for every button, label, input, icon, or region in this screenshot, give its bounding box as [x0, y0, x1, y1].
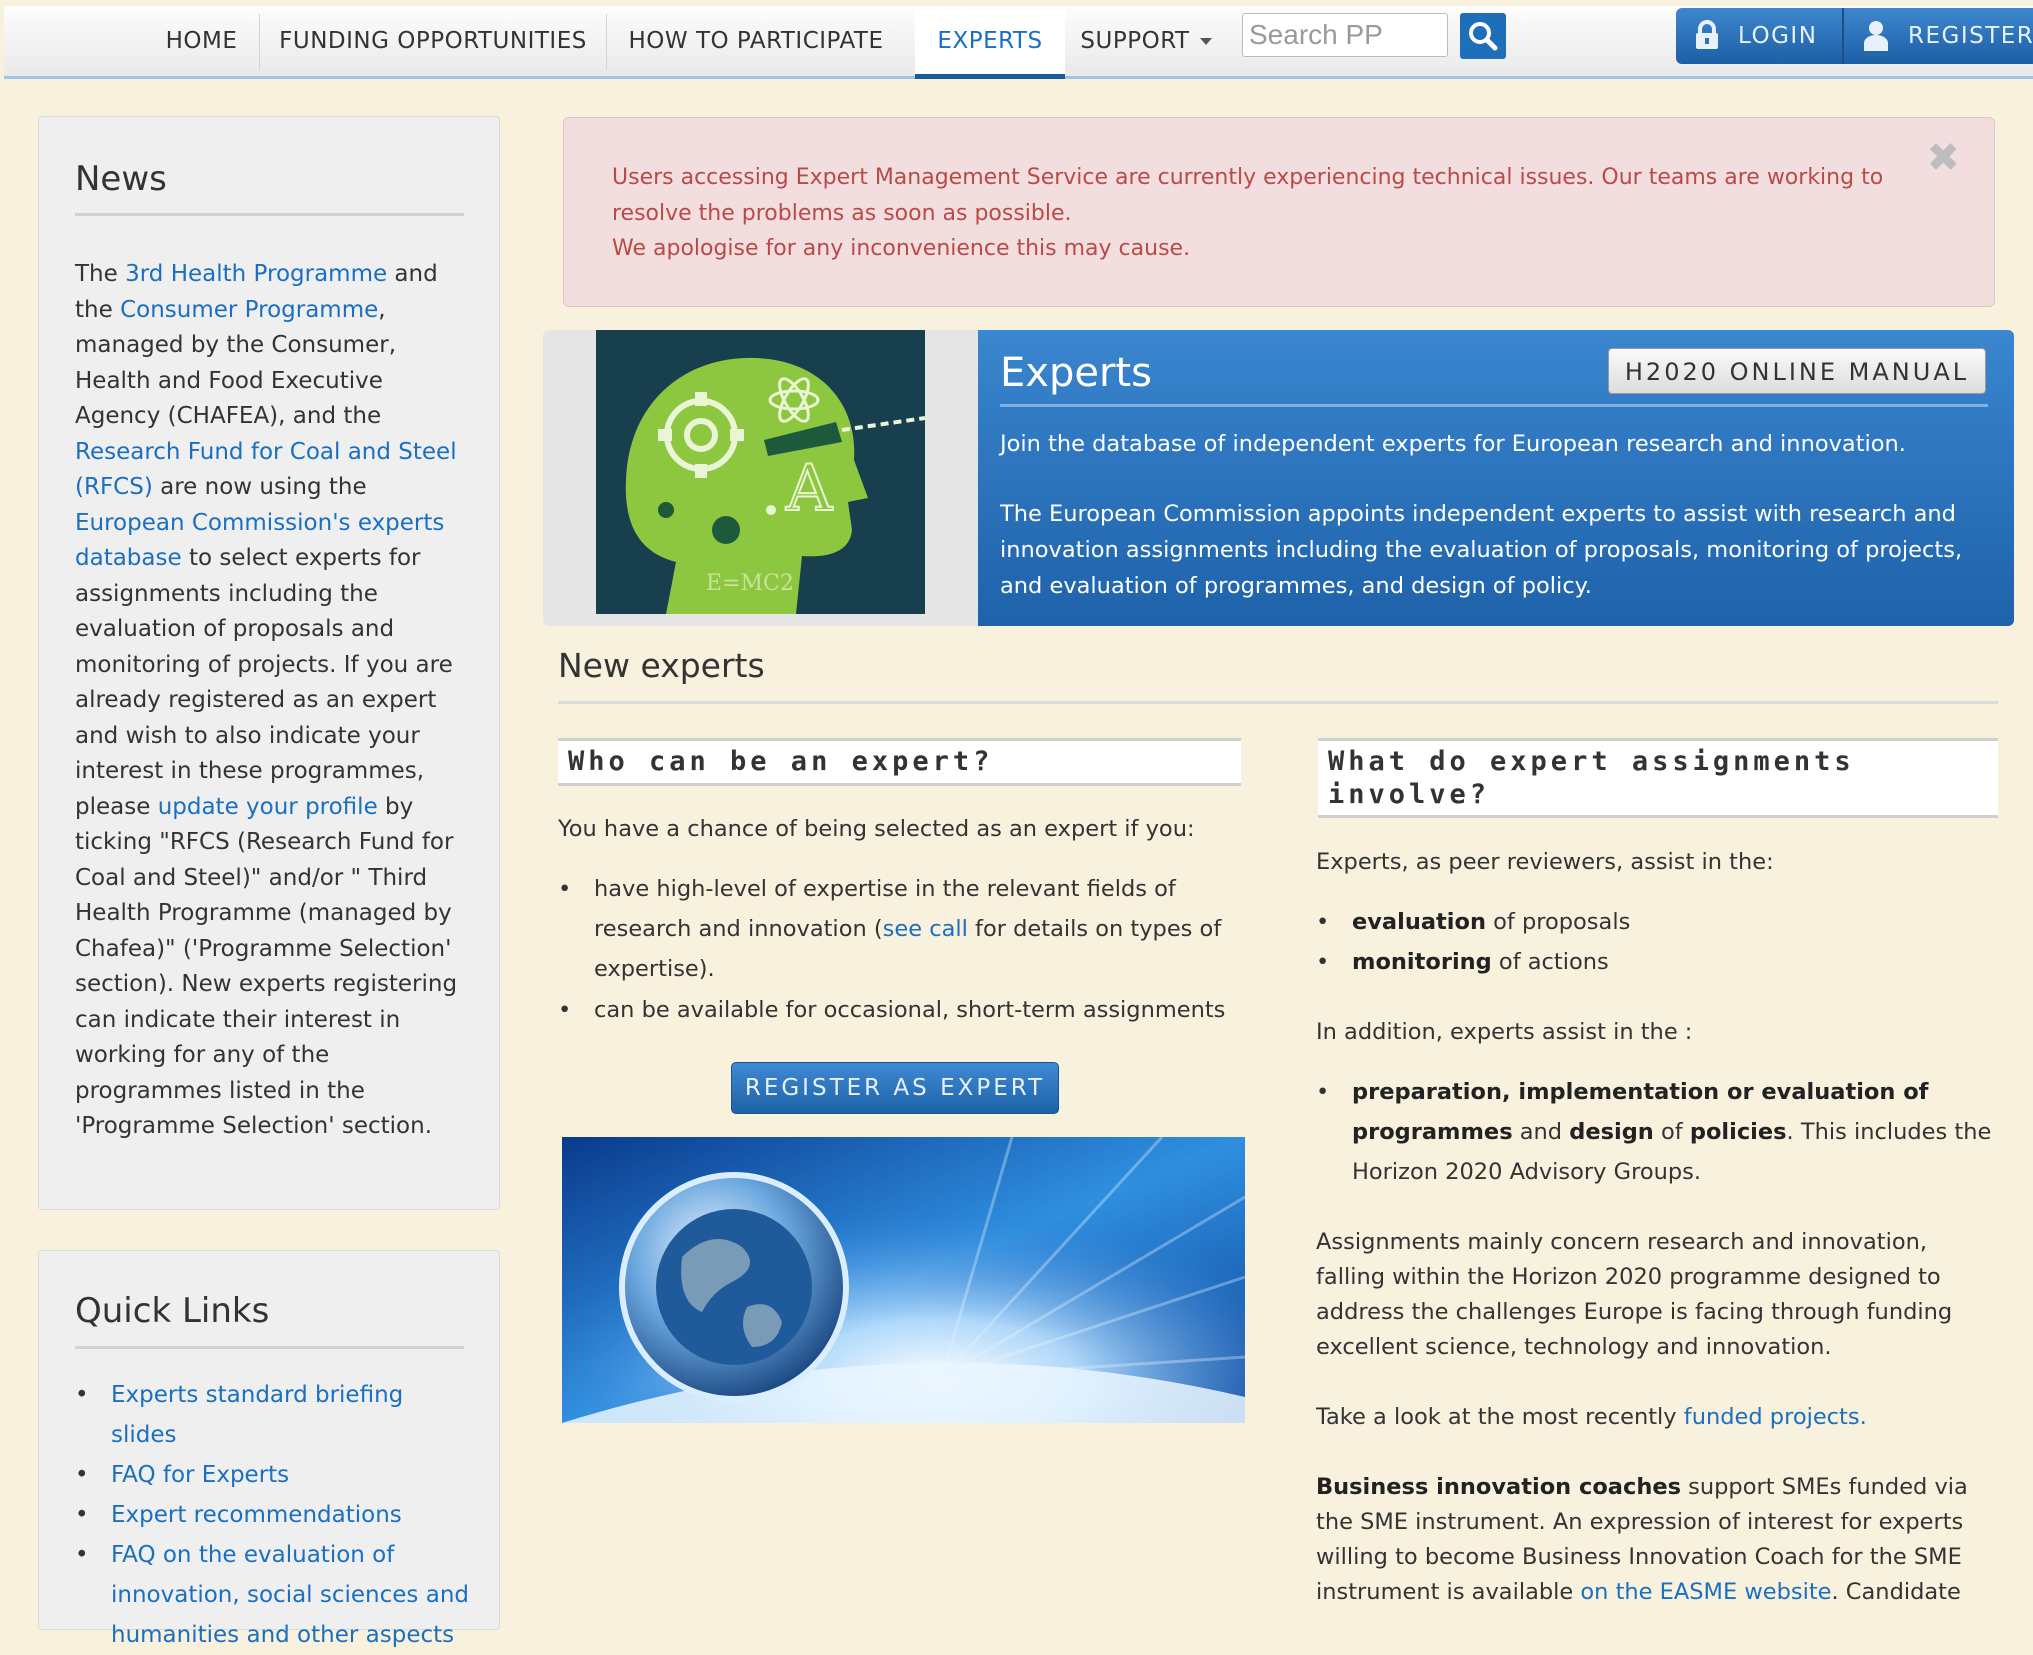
news-text: by ticking "RFCS (Research Fund for Coal… — [75, 793, 458, 1140]
bullet-text: of — [1653, 1119, 1690, 1145]
news-title: News — [75, 159, 167, 199]
news-link[interactable]: 3rd Health Programme — [125, 261, 387, 287]
quick-links-panel: Quick Links Experts standard briefing sl… — [38, 1250, 500, 1648]
list-item: monitoring of actions — [1316, 942, 1996, 982]
auth-bar: LOGIN REGISTER — [1676, 8, 2033, 64]
alert-banner: Users accessing Expert Management Servic… — [563, 117, 1995, 307]
who-intro: You have a chance of being selected as a… — [558, 816, 1195, 842]
business-coaches-paragraph: Business innovation coaches support SMEs… — [1316, 1470, 2006, 1610]
h2020-online-manual-button[interactable]: H2020 ONLINE MANUAL — [1608, 348, 1986, 394]
hero-title: Experts — [1000, 350, 1152, 396]
news-text: to select experts for assignments includ… — [75, 545, 453, 820]
alert-line: We apologise for any inconvenience this … — [612, 236, 1191, 261]
quick-links-list: Experts standard briefing slides FAQ for… — [75, 1375, 475, 1655]
bullet-bold: evaluation — [1352, 909, 1486, 935]
hero-image-letter: A — [785, 452, 833, 526]
easme-website-link[interactable]: on the EASME website — [1580, 1579, 1831, 1605]
who-can-be-expert-heading: Who can be an expert? — [558, 738, 1241, 786]
close-icon[interactable]: ✖ — [1926, 138, 1960, 178]
login-label: LOGIN — [1738, 23, 1818, 49]
paragraph-text: . Candidate — [1831, 1579, 1961, 1605]
news-text: The — [75, 261, 126, 287]
nav-support-label: SUPPORT — [1080, 28, 1190, 54]
chevron-down-icon — [1199, 38, 1212, 45]
nav-funding-opportunities[interactable]: FUNDING OPPORTUNITIES — [260, 6, 606, 76]
search-button[interactable] — [1460, 13, 1506, 59]
quick-links-title: Quick Links — [75, 1291, 270, 1331]
quick-link[interactable]: FAQ on the evaluation of innovation, soc… — [75, 1535, 475, 1655]
news-body: The 3rd Health Programme and the Consume… — [75, 257, 465, 1145]
list-item: have high-level of expertise in the rele… — [558, 869, 1248, 989]
globe-image — [562, 1137, 1245, 1423]
nav-support[interactable]: SUPPORT — [1066, 6, 1226, 76]
new-experts-divider — [558, 701, 1998, 704]
nav-home[interactable]: HOME — [144, 6, 259, 76]
list-item: preparation, implementation or evaluatio… — [1316, 1072, 2006, 1192]
experts-hero-banner: Experts H2020 ONLINE MANUAL Join the dat… — [978, 330, 2014, 626]
quick-link-text[interactable]: Experts standard briefing slides — [111, 1382, 403, 1448]
paragraph-text: Take a look at the most recently — [1316, 1404, 1684, 1430]
quick-link-text[interactable]: FAQ on the evaluation of innovation, soc… — [111, 1542, 469, 1648]
quick-link[interactable]: Experts standard briefing slides — [75, 1375, 475, 1455]
hero-description: The European Commission appoints indepen… — [1000, 501, 1963, 599]
register-as-expert-button[interactable]: REGISTER AS EXPERT — [731, 1062, 1059, 1114]
new-experts-title: New experts — [558, 646, 765, 685]
bullet-text: of actions — [1491, 949, 1609, 975]
see-call-link[interactable]: see call — [883, 916, 968, 942]
what-addition: In addition, experts assist in the : — [1316, 1019, 1693, 1045]
news-divider — [75, 213, 464, 216]
news-text: are now using the — [152, 474, 367, 500]
nav-how-to-participate[interactable]: HOW TO PARTICIPATE — [607, 6, 905, 76]
head-illustration-image: A E=MC2 — [596, 330, 925, 614]
list-item: evaluation of proposals — [1316, 902, 1996, 942]
assignments-paragraph: Assignments mainly concern research and … — [1316, 1229, 1953, 1360]
hero-intro: Join the database of independent experts… — [1000, 431, 1906, 457]
register-label: REGISTER — [1908, 23, 2033, 49]
quick-link[interactable]: FAQ for Experts — [75, 1455, 475, 1495]
nav-experts[interactable]: EXPERTS — [915, 6, 1065, 79]
user-icon — [1864, 21, 1888, 51]
register-button[interactable]: REGISTER — [1844, 8, 2033, 64]
login-button[interactable]: LOGIN — [1676, 8, 1842, 64]
bullet-text: of proposals — [1485, 909, 1631, 935]
news-panel: News The 3rd Health Programme and the Co… — [38, 116, 500, 1210]
news-link[interactable]: Consumer Programme — [120, 297, 378, 323]
bullet-text: and — [1512, 1119, 1570, 1145]
alert-line: Users accessing Expert Management Servic… — [612, 165, 1884, 226]
what-expert-assignments-heading: What do expert assignments involve? — [1318, 738, 1998, 818]
search-input[interactable] — [1242, 13, 1448, 57]
funded-projects-link[interactable]: funded projects. — [1684, 1404, 1867, 1430]
paragraph-bold: Business innovation coaches — [1316, 1474, 1681, 1500]
quick-link-text[interactable]: FAQ for Experts — [111, 1462, 289, 1488]
lock-icon — [1696, 20, 1718, 49]
hero-image-formula: E=MC2 — [706, 571, 794, 596]
what-intro: Experts, as peer reviewers, assist in th… — [1316, 849, 1774, 875]
list-item: can be available for occasional, short-t… — [558, 990, 1258, 1030]
search-icon — [1469, 22, 1498, 51]
alert-message: Users accessing Expert Management Servic… — [612, 160, 1902, 267]
quick-links-divider — [75, 1346, 464, 1349]
bullet-bold: policies — [1689, 1119, 1787, 1145]
quick-link[interactable]: Expert recommendations — [75, 1495, 475, 1535]
quick-link-text[interactable]: Expert recommendations — [111, 1502, 402, 1528]
hero-divider — [1000, 404, 1988, 407]
funded-projects-paragraph: Take a look at the most recently funded … — [1316, 1400, 1996, 1435]
bullet-bold: design — [1569, 1119, 1654, 1145]
news-link[interactable]: update your profile — [158, 794, 378, 820]
bullet-bold: monitoring — [1352, 949, 1492, 975]
